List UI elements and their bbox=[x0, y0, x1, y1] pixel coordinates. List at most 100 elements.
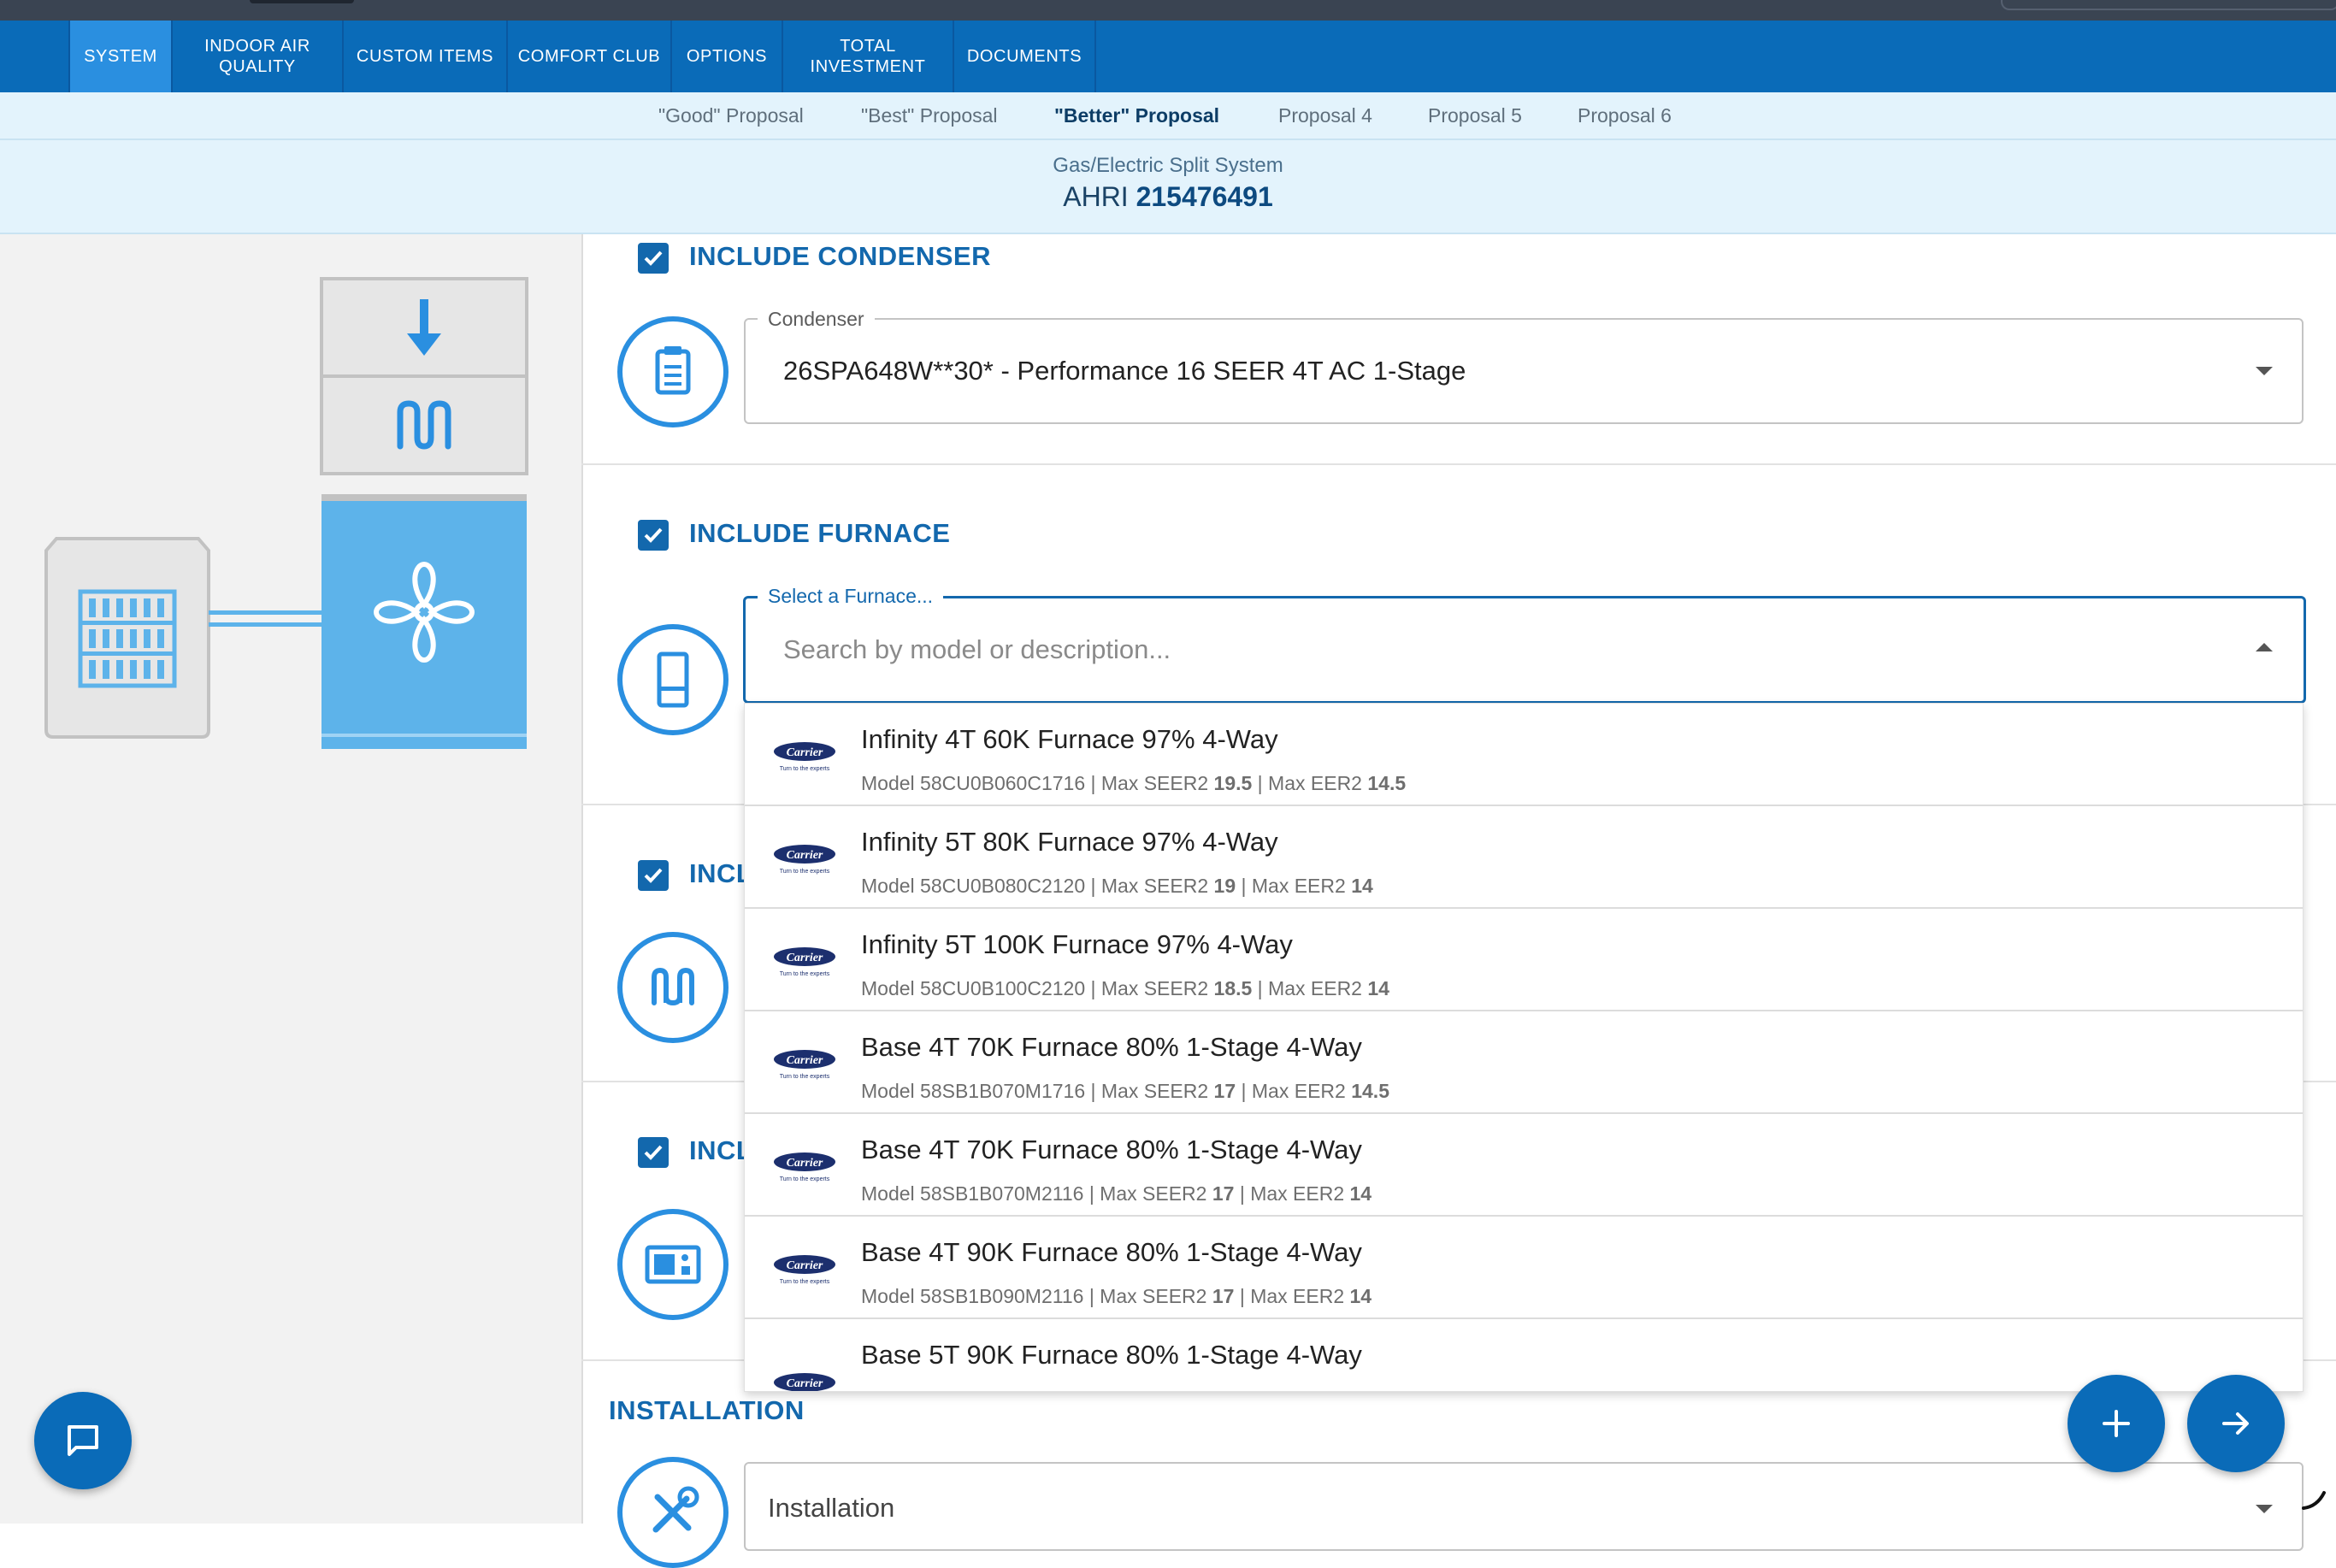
top-search-edge bbox=[2001, 0, 2336, 10]
chevron-down-icon[interactable] bbox=[2256, 1505, 2273, 1513]
plus-icon bbox=[2103, 1410, 2130, 1437]
svg-text:Carrier: Carrier bbox=[787, 849, 823, 862]
option-title: Base 4T 70K Furnace 80% 1-Stage 4-Way bbox=[861, 1135, 1362, 1164]
chat-icon bbox=[68, 1425, 98, 1456]
proposal-tab-5[interactable]: Proposal 5 bbox=[1428, 92, 1522, 139]
proposal-tab-better[interactable]: "Better" Proposal bbox=[1054, 92, 1219, 139]
option-title: Base 4T 70K Furnace 80% 1-Stage 4-Way bbox=[861, 1032, 1362, 1062]
nav-tab-label: DOCUMENTS bbox=[966, 47, 1082, 66]
main-nav: SYSTEM INDOOR AIR QUALITY CUSTOM ITEMS C… bbox=[0, 21, 2336, 92]
svg-text:Turn to the experts: Turn to the experts bbox=[780, 1074, 830, 1080]
option-details: Model 58SB1B070M1716 | Max SEER2 17 | Ma… bbox=[861, 1080, 1389, 1102]
nav-tab-label: TOTAL INVESTMENT bbox=[810, 37, 926, 76]
refrigerant-line bbox=[209, 622, 321, 627]
system-header: Gas/Electric Split System AHRI 215476491 bbox=[0, 140, 2336, 234]
chat-button[interactable] bbox=[34, 1392, 132, 1489]
system-type: Gas/Electric Split System bbox=[1053, 154, 1283, 177]
checkmark-icon bbox=[644, 868, 663, 883]
option-details: Model 58CU0B080C2120 | Max SEER2 19 | Ma… bbox=[861, 875, 1373, 897]
ahri-prefix: AHRI bbox=[1063, 181, 1129, 212]
proposal-tabs: "Good" Proposal "Best" Proposal "Better"… bbox=[0, 92, 2336, 140]
furnace-option[interactable]: Carrier Turn to the experts Infinity 5T 1… bbox=[745, 909, 2303, 1011]
carrier-logo: Carrier Turn to the experts bbox=[774, 1050, 835, 1080]
furnace-field-label: Select a Furnace... bbox=[758, 585, 944, 608]
condenser-field-label: Condenser bbox=[758, 308, 875, 331]
include-furnace-title: INCLUDE FURNACE bbox=[689, 518, 951, 548]
proposal-tab-6[interactable]: Proposal 6 bbox=[1578, 92, 1672, 139]
nav-tab-documents[interactable]: DOCUMENTS bbox=[954, 21, 1096, 92]
furnace-option[interactable]: Carrier Turn to the experts Base 4T 70K F… bbox=[745, 1114, 2303, 1217]
chevron-up-icon[interactable] bbox=[2256, 643, 2273, 651]
installation-select[interactable] bbox=[744, 1462, 2304, 1551]
svg-text:Carrier: Carrier bbox=[787, 952, 823, 964]
svg-text:Carrier: Carrier bbox=[787, 746, 823, 759]
include-evaporator-coil-checkbox[interactable] bbox=[638, 860, 669, 891]
proposal-tab-4[interactable]: Proposal 4 bbox=[1278, 92, 1372, 139]
include-thermostat-checkbox[interactable] bbox=[638, 1137, 669, 1168]
checkmark-icon bbox=[644, 1145, 663, 1160]
carrier-logo: Carrier Turn to the experts bbox=[774, 1152, 835, 1182]
nav-tab-comfort-club[interactable]: COMFORT CLUB bbox=[508, 21, 672, 92]
carrier-logo: Carrier Turn to the experts bbox=[774, 1255, 835, 1285]
furnace-search-input[interactable]: Search by model or description... bbox=[783, 634, 1171, 665]
option-title: Base 4T 90K Furnace 80% 1-Stage 4-Way bbox=[861, 1237, 1362, 1267]
svg-text:Carrier: Carrier bbox=[787, 1377, 823, 1390]
option-details: Model 58CU0B100C2120 | Max SEER2 18.5 | … bbox=[861, 977, 1389, 999]
nav-tab-system[interactable]: SYSTEM bbox=[70, 21, 173, 92]
svg-text:Turn to the experts: Turn to the experts bbox=[780, 766, 830, 772]
include-furnace-checkbox[interactable] bbox=[638, 520, 669, 551]
include-condenser-title: INCLUDE CONDENSER bbox=[689, 241, 991, 271]
refrigerant-line bbox=[209, 610, 321, 615]
option-details: Model 58CU0B060C1716 | Max SEER2 19.5 | … bbox=[861, 772, 1407, 794]
installation-field-label: Installation bbox=[768, 1493, 895, 1523]
furnace-icon bbox=[617, 624, 729, 735]
furnace-option[interactable]: Carrier Turn to the experts Infinity 5T 8… bbox=[745, 806, 2303, 909]
thermostat-icon bbox=[617, 1209, 729, 1320]
next-button[interactable] bbox=[2187, 1375, 2285, 1472]
section-divider bbox=[581, 463, 2336, 465]
svg-text:Turn to the experts: Turn to the experts bbox=[780, 1176, 830, 1182]
option-title: Infinity 4T 60K Furnace 97% 4-Way bbox=[861, 724, 1278, 754]
carrier-logo: Carrier Turn to the experts bbox=[774, 947, 835, 977]
proposal-tab-good[interactable]: "Good" Proposal bbox=[658, 92, 804, 139]
carrier-logo: Carrier Turn to the experts bbox=[774, 742, 835, 772]
ahri-value: 215476491 bbox=[1136, 181, 1273, 212]
furnace-option[interactable]: Carrier Turn to the experts Base 4T 70K F… bbox=[745, 1011, 2303, 1114]
furnace-options-list: Carrier Turn to the experts Infinity 4T 6… bbox=[744, 703, 2304, 1392]
nav-tab-options[interactable]: OPTIONS bbox=[672, 21, 783, 92]
nav-tab-indoor-air-quality[interactable]: INDOOR AIR QUALITY bbox=[173, 21, 344, 92]
condenser-selected-value: 26SPA648W**30* - Performance 16 SEER 4T … bbox=[783, 356, 1466, 386]
furnace-option[interactable]: Carrier Base 5T 90K Furnace 80% 1-Stage … bbox=[745, 1319, 2303, 1391]
nav-tab-label: SYSTEM bbox=[84, 47, 157, 66]
nav-tab-label: CUSTOM ITEMS bbox=[356, 47, 494, 66]
furnace-option[interactable]: Carrier Turn to the experts Infinity 4T 6… bbox=[745, 704, 2303, 806]
condenser-unit-graphic bbox=[44, 537, 210, 739]
system-diagram-panel bbox=[0, 234, 583, 1524]
checkmark-icon bbox=[644, 251, 663, 266]
checkmark-icon bbox=[644, 528, 663, 543]
option-title: Base 5T 90K Furnace 80% 1-Stage 4-Way bbox=[861, 1340, 1362, 1370]
furnace-option[interactable]: Carrier Turn to the experts Base 4T 90K F… bbox=[745, 1217, 2303, 1319]
svg-text:Carrier: Carrier bbox=[787, 1054, 823, 1067]
coil-icon bbox=[617, 932, 729, 1043]
nav-tab-label: OPTIONS bbox=[686, 47, 768, 66]
add-button[interactable] bbox=[2068, 1375, 2165, 1472]
ahri-number: AHRI 215476491 bbox=[0, 181, 2336, 213]
nav-tab-label: INDOOR AIR QUALITY bbox=[204, 37, 310, 76]
svg-text:Carrier: Carrier bbox=[787, 1259, 823, 1272]
chevron-down-icon[interactable] bbox=[2256, 367, 2273, 375]
svg-text:Turn to the experts: Turn to the experts bbox=[780, 869, 830, 875]
option-title: Infinity 5T 100K Furnace 97% 4-Way bbox=[861, 929, 1293, 959]
carrier-logo: Carrier Turn to the experts bbox=[774, 845, 835, 875]
indoor-unit-graphic bbox=[320, 277, 528, 749]
nav-tab-total-investment[interactable]: TOTAL INVESTMENT bbox=[783, 21, 954, 92]
option-details: Model 58SB1B070M2116 | Max SEER2 17 | Ma… bbox=[861, 1182, 1372, 1205]
nav-tab-label: COMFORT CLUB bbox=[517, 47, 661, 66]
include-condenser-checkbox[interactable] bbox=[638, 243, 669, 274]
option-details: Model 58SB1B090M2116 | Max SEER2 17 | Ma… bbox=[861, 1285, 1372, 1307]
nav-tab-custom-items[interactable]: CUSTOM ITEMS bbox=[344, 21, 508, 92]
top-handle bbox=[250, 0, 354, 3]
system-diagram bbox=[44, 277, 528, 749]
svg-text:Turn to the experts: Turn to the experts bbox=[780, 1279, 830, 1285]
proposal-tab-best[interactable]: "Best" Proposal bbox=[861, 92, 998, 139]
